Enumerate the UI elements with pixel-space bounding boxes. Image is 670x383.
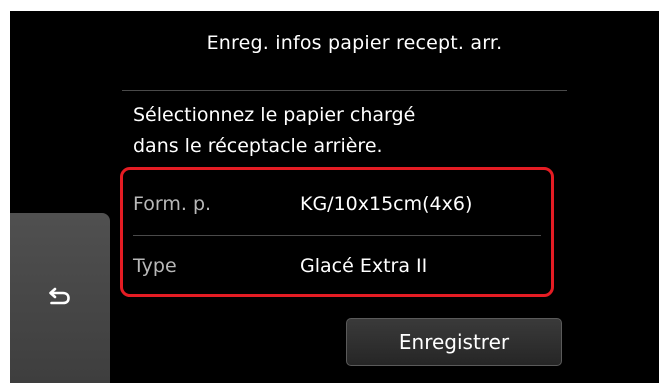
media-type-value: Glacé Extra II <box>300 255 428 277</box>
title-divider <box>122 90 567 91</box>
instruction-text: Sélectionnez le papier chargé dans le ré… <box>133 100 553 162</box>
paper-size-value: KG/10x15cm(4x6) <box>300 193 473 215</box>
instruction-line-2: dans le réceptacle arrière. <box>133 135 383 157</box>
media-type-label: Type <box>133 255 177 277</box>
printer-panel-screen: Enreg. infos papier recept. arr. Sélecti… <box>10 11 659 383</box>
paper-size-setting-row[interactable]: Form. p. KG/10x15cm(4x6) <box>133 174 541 234</box>
back-button[interactable] <box>10 213 110 383</box>
paper-size-label: Form. p. <box>133 193 212 215</box>
register-button[interactable]: Enregistrer <box>346 318 562 366</box>
screen-title: Enreg. infos papier recept. arr. <box>206 31 503 54</box>
instruction-line-1: Sélectionnez le papier chargé <box>133 104 416 126</box>
media-type-setting-row[interactable]: Type Glacé Extra II <box>133 236 541 296</box>
paper-settings-highlight: Form. p. KG/10x15cm(4x6) Type Glacé Extr… <box>120 167 554 297</box>
back-arrow-icon <box>48 286 72 310</box>
